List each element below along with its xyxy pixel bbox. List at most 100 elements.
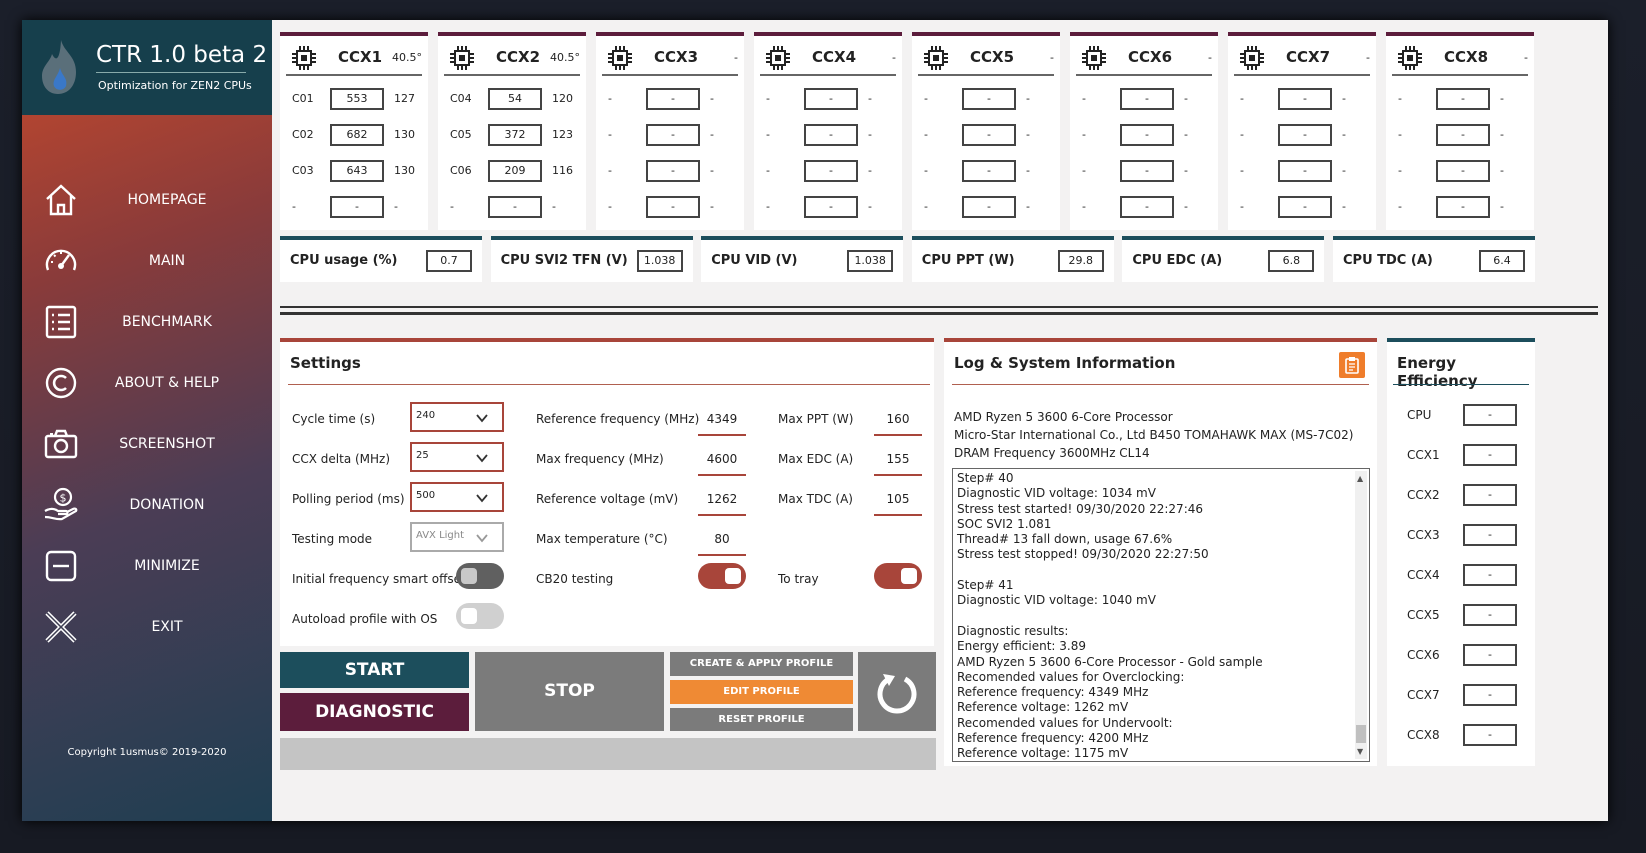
ccx-header: CCX8 - bbox=[1392, 38, 1528, 76]
max-temperature-input[interactable]: 80 bbox=[698, 532, 746, 546]
nav-label: ABOUT & HELP bbox=[114, 375, 220, 391]
energy-row: CCX7 - bbox=[1387, 684, 1535, 706]
energy-value: - bbox=[1463, 684, 1517, 706]
cpu-name: AMD Ryzen 5 3600 6-Core Processor bbox=[954, 410, 1173, 424]
nav-donation[interactable]: $ DONATION bbox=[22, 480, 272, 530]
max-ppt-input[interactable]: 160 bbox=[874, 412, 922, 426]
scroll-up-arrow[interactable]: ▲ bbox=[1357, 471, 1363, 486]
core-value: - bbox=[552, 200, 556, 213]
nav-minimize[interactable]: MINIMIZE bbox=[22, 541, 272, 591]
autoload-toggle[interactable] bbox=[456, 603, 504, 629]
energy-row: CCX3 - bbox=[1387, 524, 1535, 546]
log-line: Energy efficient: 3.89 bbox=[957, 639, 1087, 654]
create-apply-profile-button[interactable]: CREATE & APPLY PROFILE bbox=[670, 652, 853, 676]
core-row: --- bbox=[1070, 124, 1218, 146]
nav-about-help[interactable]: ABOUT & HELP bbox=[22, 358, 272, 408]
scroll-down-arrow[interactable]: ▼ bbox=[1357, 744, 1363, 759]
stat-value: 6.8 bbox=[1268, 250, 1315, 272]
reset-profile-button[interactable]: RESET PROFILE bbox=[670, 708, 853, 731]
ccx-name: CCX6 bbox=[1128, 48, 1173, 66]
core-name: C05 bbox=[450, 128, 472, 141]
app-subtitle: Optimization for ZEN2 CPUs bbox=[98, 79, 252, 92]
log-textbox[interactable]: Step# 40 Diagnostic VID voltage: 1034 mV S… bbox=[952, 468, 1370, 762]
ccx-temperature: 40.5° bbox=[550, 51, 580, 64]
core-name: - bbox=[608, 164, 612, 177]
testing-mode-dropdown[interactable]: AVX Light bbox=[410, 522, 504, 552]
core-value: 130 bbox=[394, 164, 415, 177]
core-frequency-box: - bbox=[804, 88, 858, 110]
core-value: - bbox=[1026, 200, 1030, 213]
cycle-time-dropdown[interactable]: 240 bbox=[410, 402, 504, 432]
log-line: Stress test stopped! 09/30/2020 22:27:50 bbox=[957, 547, 1209, 562]
ccx-header: CCX1 40.5° bbox=[286, 38, 422, 76]
max-edc-input[interactable]: 155 bbox=[874, 452, 922, 466]
scroll-thumb[interactable] bbox=[1356, 725, 1366, 743]
log-line: Recomended values for Undervoolt: bbox=[957, 715, 1173, 730]
core-name: - bbox=[1082, 92, 1086, 105]
ccx-name: CCX1 bbox=[338, 48, 383, 66]
log-line: AMD Ryzen 5 3600 6-Core Processor - Gold… bbox=[957, 654, 1263, 669]
core-frequency-box: - bbox=[1278, 160, 1332, 182]
toggle-knob bbox=[725, 568, 741, 584]
to-tray-toggle[interactable] bbox=[874, 563, 922, 589]
nav-exit[interactable]: EXIT bbox=[22, 602, 272, 652]
input-underline bbox=[698, 514, 746, 516]
energy-label: CCX7 bbox=[1407, 688, 1440, 702]
ccx-delta-dropdown[interactable]: 25 bbox=[410, 442, 504, 472]
nav-homepage[interactable]: HOMEPAGE bbox=[22, 175, 272, 225]
core-name: C01 bbox=[292, 92, 314, 105]
ccx-delta-value: 25 bbox=[416, 450, 429, 461]
cb20-testing-toggle[interactable] bbox=[698, 563, 746, 589]
copy-log-button[interactable] bbox=[1339, 352, 1365, 378]
nav-benchmark[interactable]: BENCHMARK bbox=[22, 297, 272, 347]
core-row: --- bbox=[754, 88, 902, 110]
energy-value: - bbox=[1463, 644, 1517, 666]
edit-profile-button[interactable]: EDIT PROFILE bbox=[670, 680, 853, 704]
cpu-chip-icon bbox=[924, 46, 948, 70]
logo-area: CTR 1.0 beta 2 Optimization for ZEN2 CPU… bbox=[22, 20, 272, 115]
ccx-panel-3: CCX3- - - - - - - - - - - - - bbox=[596, 32, 744, 230]
core-value: - bbox=[1026, 92, 1030, 105]
start-button[interactable]: START bbox=[280, 652, 469, 688]
log-line: SOC SVI2 1.081 bbox=[957, 516, 1052, 531]
max-tdc-label: Max TDC (A) bbox=[778, 492, 853, 506]
core-name: - bbox=[1398, 200, 1402, 213]
stat-label: CPU usage (%) bbox=[290, 253, 398, 268]
core-row: --- bbox=[1386, 160, 1534, 182]
nav-screenshot[interactable]: SCREENSHOT bbox=[22, 419, 272, 469]
max-frequency-input[interactable]: 4600 bbox=[698, 452, 746, 466]
smart-offset-toggle[interactable] bbox=[456, 563, 504, 589]
diagnostic-button[interactable]: DIAGNOSTIC bbox=[280, 693, 469, 731]
motherboard-name: Micro-Star International Co., Ltd B450 T… bbox=[954, 428, 1354, 442]
cpu-chip-icon bbox=[292, 46, 316, 70]
nav-main[interactable]: MAIN bbox=[22, 236, 272, 286]
max-tdc-input[interactable]: 105 bbox=[874, 492, 922, 506]
log-line: Diagnostic VID voltage: 1034 mV bbox=[957, 486, 1156, 501]
stop-button[interactable]: STOP bbox=[475, 652, 664, 731]
log-line: Stress test started! 09/30/2020 22:27:46 bbox=[957, 501, 1203, 516]
refresh-button[interactable] bbox=[858, 652, 936, 731]
ccx-temperature: 40.5° bbox=[392, 51, 422, 64]
stat-label: CPU PPT (W) bbox=[921, 253, 1015, 268]
input-underline bbox=[874, 434, 922, 436]
core-frequency-box: - bbox=[804, 160, 858, 182]
core-frequency-box: - bbox=[1436, 124, 1490, 146]
core-row: --- bbox=[1386, 196, 1534, 218]
core-frequency-box: - bbox=[962, 196, 1016, 218]
reference-voltage-input[interactable]: 1262 bbox=[698, 492, 746, 506]
cb20-testing-label: CB20 testing bbox=[536, 572, 614, 586]
energy-label: CCX2 bbox=[1407, 488, 1440, 502]
core-name: - bbox=[608, 128, 612, 141]
core-row: --- bbox=[754, 196, 902, 218]
polling-period-dropdown[interactable]: 500 bbox=[410, 482, 504, 512]
log-scrollbar[interactable]: ▲ ▼ bbox=[1355, 471, 1367, 759]
core-name: - bbox=[1398, 92, 1402, 105]
reference-frequency-input[interactable]: 4349 bbox=[698, 412, 746, 426]
progress-bar bbox=[280, 738, 936, 770]
log-line: Reference frequency: 4200 MHz bbox=[957, 731, 1149, 746]
core-value: - bbox=[1342, 164, 1346, 177]
log-title-underline bbox=[952, 384, 1369, 385]
energy-value: - bbox=[1463, 404, 1517, 426]
smart-offset-label: Initial frequency smart offset bbox=[292, 572, 466, 586]
nav-label: BENCHMARK bbox=[122, 314, 212, 330]
